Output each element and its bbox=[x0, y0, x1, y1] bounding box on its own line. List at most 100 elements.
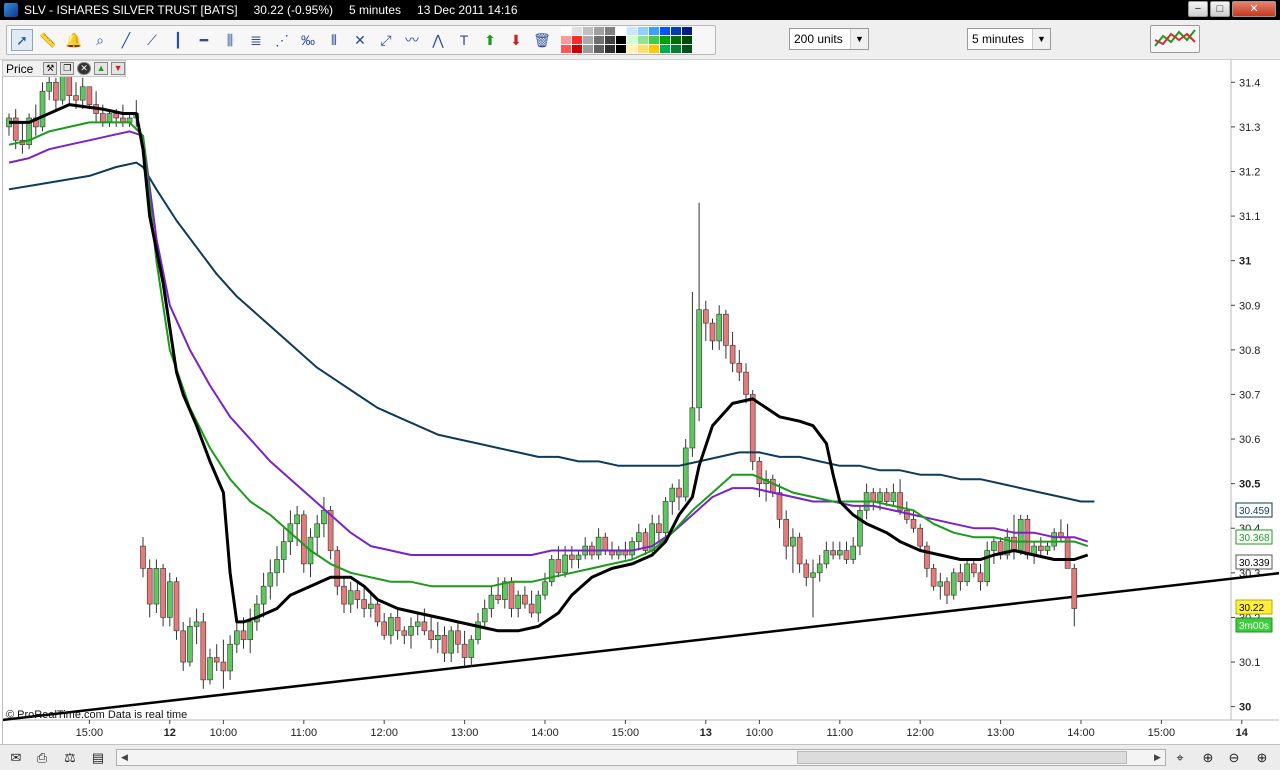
color-swatch[interactable] bbox=[594, 45, 604, 53]
color-swatch[interactable] bbox=[605, 45, 615, 53]
sell-arrow-icon[interactable]: ⬇ bbox=[505, 29, 527, 51]
text-icon[interactable]: T bbox=[453, 29, 475, 51]
candle-body bbox=[555, 559, 562, 574]
maximize-button[interactable]: □ bbox=[1210, 1, 1230, 17]
candle-body bbox=[662, 501, 669, 534]
color-swatch[interactable] bbox=[572, 36, 582, 44]
cross-icon[interactable]: ✕ bbox=[349, 29, 371, 51]
units-select[interactable]: 200 units ▼ bbox=[789, 28, 869, 50]
pointer-icon[interactable]: ➚ bbox=[11, 29, 33, 51]
candle-body bbox=[629, 541, 635, 556]
color-swatch[interactable] bbox=[594, 27, 604, 35]
units-select-value: 200 units bbox=[794, 32, 843, 46]
chart-list-icon[interactable]: ▤ bbox=[88, 748, 108, 768]
color-swatch[interactable] bbox=[583, 45, 593, 53]
color-swatch[interactable] bbox=[561, 45, 571, 53]
zoom-icon[interactable]: ⌕ bbox=[89, 29, 111, 51]
candle-body bbox=[790, 536, 796, 547]
color-swatch[interactable] bbox=[605, 36, 615, 44]
alarm-icon[interactable]: 🔔 bbox=[63, 29, 85, 51]
print-icon[interactable]: ⎙ bbox=[32, 748, 52, 768]
color-swatch[interactable] bbox=[638, 27, 648, 35]
color-swatch[interactable] bbox=[627, 27, 637, 35]
color-swatch[interactable] bbox=[572, 45, 582, 53]
color-swatch[interactable] bbox=[682, 36, 692, 44]
color-swatch[interactable] bbox=[627, 36, 637, 44]
candle-body bbox=[421, 621, 428, 632]
scroll-right-icon[interactable]: ▶ bbox=[1150, 750, 1165, 765]
color-swatch[interactable] bbox=[561, 36, 571, 44]
panel-down-icon[interactable]: ▼ bbox=[111, 62, 126, 75]
indicators-button[interactable] bbox=[1150, 25, 1200, 53]
price-badge-label: 30.459 bbox=[1239, 506, 1270, 517]
color-swatch[interactable] bbox=[583, 36, 593, 44]
color-swatch[interactable] bbox=[616, 27, 626, 35]
color-swatch[interactable] bbox=[682, 27, 692, 35]
channel-icon[interactable]: ⫴ bbox=[323, 29, 345, 51]
mail-icon[interactable]: ✉ bbox=[6, 748, 26, 768]
fibtime-icon[interactable]: ‰ bbox=[297, 29, 319, 51]
color-swatch[interactable] bbox=[605, 27, 615, 35]
scroll-thumb[interactable] bbox=[797, 751, 1127, 764]
color-swatch[interactable] bbox=[572, 27, 582, 35]
color-swatch[interactable] bbox=[649, 45, 659, 53]
candle-body bbox=[455, 630, 461, 645]
candle-body bbox=[300, 514, 307, 565]
color-swatch[interactable] bbox=[660, 36, 670, 44]
color-swatch[interactable] bbox=[638, 36, 648, 44]
scale-icon[interactable]: ⚖ bbox=[60, 748, 80, 768]
color-swatch[interactable] bbox=[616, 45, 626, 53]
color-swatch[interactable] bbox=[561, 27, 571, 35]
color-swatch[interactable] bbox=[671, 27, 681, 35]
fib-icon[interactable]: ≣ bbox=[245, 29, 267, 51]
color-palette[interactable] bbox=[561, 27, 692, 53]
color-swatch[interactable] bbox=[594, 36, 604, 44]
diag-icon[interactable]: ⤢ bbox=[375, 29, 397, 51]
color-swatch[interactable] bbox=[649, 36, 659, 44]
color-swatch[interactable] bbox=[616, 36, 626, 44]
zoom-out-icon[interactable]: ⊖ bbox=[1224, 748, 1244, 768]
panel-up-icon[interactable]: ▲ bbox=[94, 62, 109, 75]
vfib-icon[interactable]: ⫼ bbox=[219, 29, 241, 51]
candle-body bbox=[950, 572, 957, 596]
candle-body bbox=[696, 309, 702, 409]
color-swatch[interactable] bbox=[682, 45, 692, 53]
color-swatch[interactable] bbox=[660, 27, 670, 35]
buy-arrow-icon[interactable]: ⬆ bbox=[479, 29, 501, 51]
color-swatch[interactable] bbox=[638, 45, 648, 53]
candle-body bbox=[676, 487, 682, 498]
line-icon[interactable]: ╱ bbox=[115, 29, 137, 51]
interval-select[interactable]: 5 minutes ▼ bbox=[967, 28, 1051, 50]
fibfan-icon[interactable]: ⋰ bbox=[271, 29, 293, 51]
ray-icon[interactable]: ⟋ bbox=[141, 29, 163, 51]
color-swatch[interactable] bbox=[660, 45, 670, 53]
zoom-fit-icon[interactable]: ⊕ bbox=[1198, 748, 1218, 768]
window-icon[interactable]: ❐ bbox=[60, 62, 75, 75]
color-swatch[interactable] bbox=[671, 45, 681, 53]
vline-icon[interactable]: ┃ bbox=[167, 29, 189, 51]
trash-icon[interactable]: 🗑 bbox=[531, 29, 553, 51]
color-swatch[interactable] bbox=[583, 27, 593, 35]
x-tick-label: 10:00 bbox=[210, 727, 238, 739]
close-button[interactable]: ✕ bbox=[1232, 1, 1276, 17]
y-tick-label: 30.8 bbox=[1239, 345, 1260, 357]
data-credit: © ProRealTime.com Data is real time bbox=[6, 709, 188, 721]
close-panel-icon[interactable]: ✕ bbox=[77, 62, 92, 75]
price-chart[interactable]: 3030.130.230.330.430.530.630.730.830.931… bbox=[2, 60, 1280, 744]
minimize-button[interactable]: − bbox=[1188, 1, 1208, 17]
candle-body bbox=[669, 487, 676, 502]
hline-icon[interactable]: ━ bbox=[193, 29, 215, 51]
chart-area[interactable]: 3030.130.230.330.430.530.630.730.830.931… bbox=[2, 60, 1280, 744]
zigzag-icon[interactable]: ⋀ bbox=[427, 29, 449, 51]
horizontal-scrollbar[interactable]: ◀ ▶ bbox=[116, 749, 1166, 766]
scroll-left-icon[interactable]: ◀ bbox=[117, 750, 132, 765]
zoom-in-icon[interactable]: ⊕ bbox=[1252, 748, 1272, 768]
color-swatch[interactable] bbox=[627, 45, 637, 53]
ruler-icon[interactable]: 📏 bbox=[37, 29, 59, 51]
color-swatch[interactable] bbox=[671, 36, 681, 44]
color-swatch[interactable] bbox=[649, 27, 659, 35]
cursor-icon[interactable]: ⌖ bbox=[1170, 748, 1190, 768]
wrench-icon[interactable]: ⚒ bbox=[43, 62, 58, 75]
candle-body bbox=[394, 617, 401, 632]
trend-icon[interactable]: 〰 bbox=[401, 29, 423, 51]
